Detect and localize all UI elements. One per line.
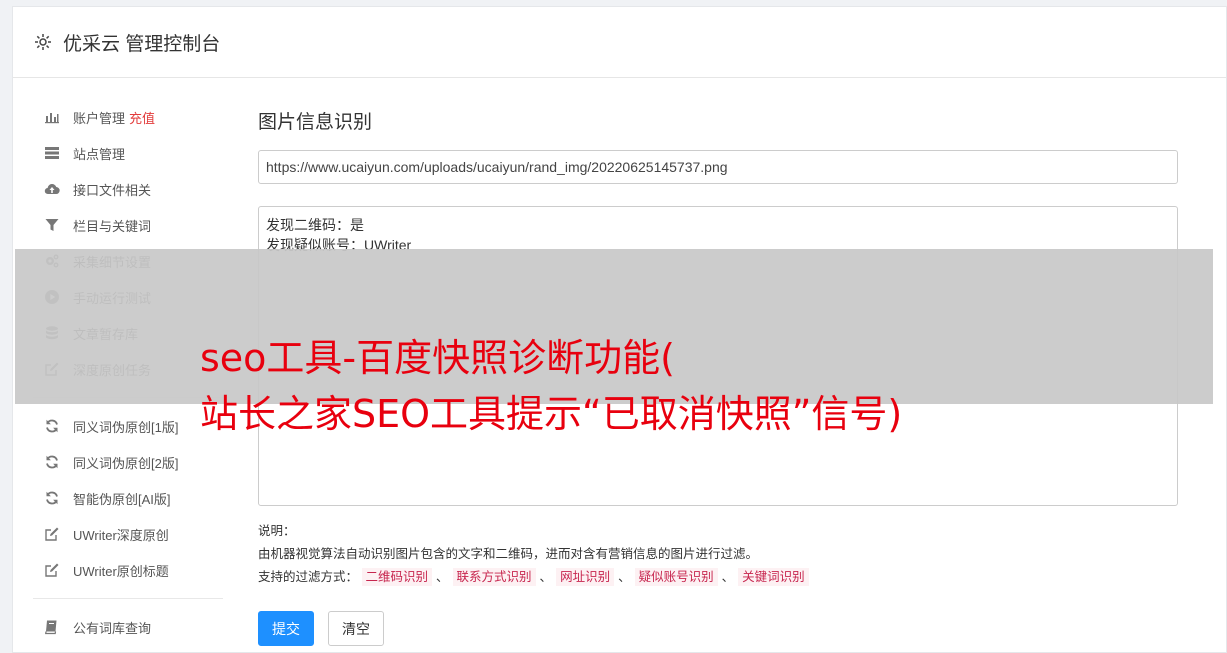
sidebar-item-ai[interactable]: 智能伪原创[AI版] <box>33 480 223 516</box>
overlay-line: 站长之家SEO工具提示“已取消快照”信号) <box>200 392 903 436</box>
sidebar-item-group1-2[interactable]: 接口文件相关 <box>33 171 223 207</box>
sidebar-item-label: 账户管理 <box>73 110 126 126</box>
filter-tag: 疑似账号识别 <box>634 568 718 586</box>
sidebar-item-label: 接口文件相关 <box>73 182 152 198</box>
filter-list: 支持的过滤方式： 二维码识别、联系方式识别、网址识别、疑似账号识别、关键词识别 <box>258 566 1178 589</box>
refresh-icon <box>43 490 61 506</box>
filter-tag: 网址识别 <box>556 568 615 586</box>
filter-tag: 关键词识别 <box>738 568 809 586</box>
sidebar-item-group1-1[interactable]: 站点管理 <box>33 135 223 171</box>
sidebar-item-label: 同义词伪原创[1版] <box>73 419 179 435</box>
header: 优采云 管理控制台 <box>13 7 1226 78</box>
sidebar-item-label: 栏目与关键词 <box>73 218 152 234</box>
filter-icon <box>43 217 61 233</box>
cloud-upload-icon <box>43 181 61 197</box>
nav-divider <box>33 598 223 599</box>
desc-title: 说明： <box>258 524 296 538</box>
sidebar-item-label: 同义词伪原创[2版] <box>73 455 179 471</box>
sidebar-item-uwriter[interactable]: UWriter深度原创 <box>33 516 223 552</box>
filter-separator: 、 <box>721 570 735 584</box>
filter-tag: 联系方式识别 <box>452 568 536 586</box>
filter-tag: 二维码识别 <box>361 568 433 586</box>
desc-text: 由机器视觉算法自动识别图片包含的文字和二维码，进而对含有营销信息的图片进行过滤。 <box>258 547 759 561</box>
overlay-line: seo工具-百度快照诊断功能( <box>200 336 675 380</box>
sidebar-item-label: 站点管理 <box>73 146 126 162</box>
sidebar-item-label: UWriter原创标题 <box>73 563 169 579</box>
sidebar-item-label: 公有词库查询 <box>73 620 152 636</box>
result-line: 发现二维码：是 <box>266 217 364 233</box>
refresh-icon <box>43 454 61 470</box>
app-title: 优采云 管理控制台 <box>63 33 221 55</box>
server-icon <box>43 145 61 161</box>
overlay-title: seo工具-百度快照诊断功能( 站长之家SEO工具提示“已取消快照”信号) <box>200 330 902 442</box>
filter-separator: 、 <box>436 570 449 584</box>
filter-label: 支持的过滤方式： <box>258 570 359 584</box>
submit-button[interactable]: 提交 <box>258 611 314 646</box>
sidebar-item-2[interactable]: 同义词伪原创[2版] <box>33 444 223 480</box>
book-icon <box>43 619 61 635</box>
refresh-icon <box>43 418 61 434</box>
filter-separator: 、 <box>618 570 631 584</box>
sidebar-item-group1-3[interactable]: 栏目与关键词 <box>33 207 223 243</box>
sidebar-item-group1-0[interactable]: 账户管理 充值 <box>33 99 223 135</box>
recharge-link[interactable]: 充值 <box>129 108 155 127</box>
sidebar-item-group3-0[interactable]: 公有词库查询 <box>33 609 223 645</box>
description: 说明： 由机器视觉算法自动识别图片包含的文字和二维码，进而对含有营销信息的图片进… <box>258 520 1178 589</box>
edit-icon <box>43 562 61 578</box>
edit-icon <box>43 526 61 542</box>
bar-chart-icon <box>43 109 61 125</box>
gear-icon <box>33 32 53 52</box>
clear-button[interactable]: 清空 <box>328 611 384 646</box>
sidebar-item-label: 智能伪原创[AI版] <box>73 491 171 507</box>
sidebar-item-1[interactable]: 同义词伪原创[1版] <box>33 408 223 444</box>
page-title: 图片信息识别 <box>258 112 373 133</box>
sidebar-item-uwriter[interactable]: UWriter原创标题 <box>33 552 223 588</box>
button-row: 提交 清空 <box>258 611 1178 646</box>
filter-separator: 、 <box>539 570 553 584</box>
image-url-input[interactable] <box>258 150 1178 184</box>
sidebar-item-label: UWriter深度原创 <box>73 527 169 543</box>
